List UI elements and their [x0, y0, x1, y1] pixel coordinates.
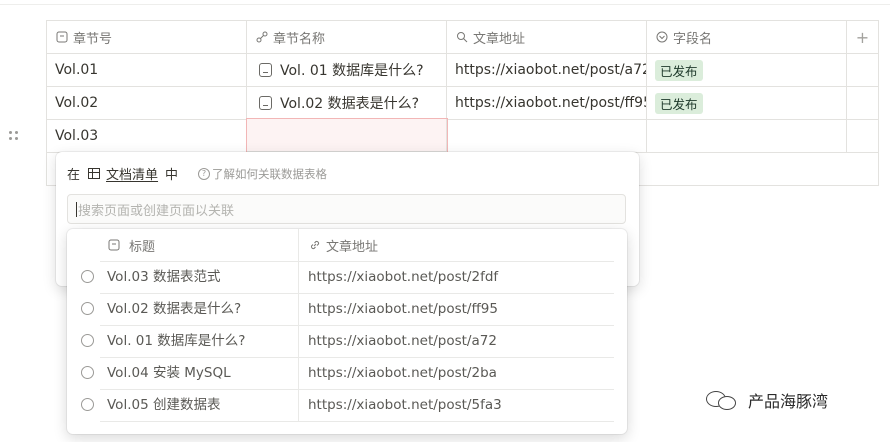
cell-status[interactable]: 已发布 — [647, 54, 847, 87]
add-column-button[interactable]: + — [847, 21, 878, 54]
list-col-url: 文章地址 — [326, 239, 379, 255]
relation-link[interactable]: Vol.02 数据表是什么? — [280, 93, 419, 113]
cell-chapter-number[interactable]: Vol.03 — [47, 120, 247, 153]
list-item-url: https://xiaobot.net/post/a72 — [308, 333, 497, 349]
cell-article-url[interactable]: https://xiaobot.net/post/a72 — [447, 54, 647, 87]
help-link[interactable]: ? 了解如何关联数据表格 — [198, 166, 327, 182]
cell-chapter-name[interactable]: Vol.02 数据表是什么? — [247, 87, 447, 120]
radio-icon[interactable] — [81, 398, 94, 411]
cell-article-url[interactable] — [447, 120, 647, 153]
list-item-title: Vol.05 创建数据表 — [107, 397, 221, 413]
plus-icon: + — [855, 27, 870, 47]
radio-icon[interactable] — [81, 302, 94, 315]
title-icon — [55, 30, 69, 44]
cell-chapter-name[interactable]: Vol. 01 数据库是什么? — [247, 54, 447, 87]
list-item-title: Vol.03 数据表范式 — [107, 269, 221, 285]
column-label: 章节名称 — [273, 31, 326, 47]
column-header-field[interactable]: 字段名 — [647, 21, 847, 54]
cell-chapter-number[interactable]: Vol.02 — [47, 87, 247, 120]
column-header-chapter-name[interactable]: 章节名称 — [247, 21, 447, 54]
cell-empty — [847, 87, 878, 120]
question-icon: ? — [198, 167, 211, 180]
list-header-title: 标题 — [107, 229, 155, 261]
status-icon — [655, 30, 669, 44]
column-label: 章节号 — [73, 31, 113, 47]
status-badge: 已发布 — [655, 92, 703, 114]
search-placeholder: 搜索页面或创建页面以关联 — [78, 203, 235, 219]
list-item-url: https://xiaobot.net/post/5fa3 — [308, 397, 502, 413]
list-item-url: https://xiaobot.net/post/ff95 — [308, 301, 498, 317]
watermark: 产品海豚湾 — [706, 388, 828, 412]
status-badge: 已发布 — [655, 59, 703, 81]
list-item-url: https://xiaobot.net/post/2fdf — [308, 269, 499, 285]
popover-prefix: 在 — [67, 168, 81, 183]
database-icon — [88, 168, 101, 179]
cell-status[interactable]: 已发布 — [647, 87, 847, 120]
list-item[interactable]: Vol.05 创建数据表 https://xiaobot.net/post/5f… — [67, 389, 627, 421]
database-link[interactable]: 文档清单 — [106, 164, 158, 183]
list-item-url: https://xiaobot.net/post/2ba — [308, 365, 497, 381]
search-icon — [455, 30, 469, 44]
watermark-text: 产品海豚湾 — [748, 392, 829, 411]
cell-chapter-name-editing[interactable] — [246, 118, 448, 153]
wechat-icon — [706, 389, 740, 411]
list-item-title: Vol.02 数据表是什么? — [107, 301, 242, 317]
popover-header: 在 文档清单 中 ? 了解如何关联数据表格 — [67, 164, 327, 184]
list-item[interactable]: Vol.03 数据表范式 https://xiaobot.net/post/2f… — [67, 261, 627, 293]
list-col-title: 标题 — [129, 239, 156, 255]
relation-icon — [255, 30, 269, 44]
list-item-title: Vol. 01 数据库是什么? — [107, 333, 246, 349]
cell-empty — [847, 120, 878, 153]
relation-link[interactable]: Vol. 01 数据库是什么? — [280, 60, 424, 80]
drag-handle-icon[interactable] — [8, 130, 20, 142]
table-row: Vol.03 — [47, 118, 878, 153]
column-header-article-url[interactable]: 文章地址 — [447, 21, 647, 54]
search-input[interactable]: 搜索页面或创建页面以关联 — [67, 194, 626, 224]
table-row: Vol.02 Vol.02 数据表是什么? https://xiaobot.ne… — [47, 87, 878, 120]
cell-chapter-number[interactable]: Vol.01 — [47, 54, 247, 87]
list-item-title: Vol.04 安装 MySQL — [107, 365, 231, 381]
radio-icon[interactable] — [81, 334, 94, 347]
list-item[interactable]: Vol.04 安装 MySQL https://xiaobot.net/post… — [67, 357, 627, 389]
link-icon — [308, 238, 322, 252]
column-header-chapter-number[interactable]: 章节号 — [47, 21, 247, 54]
help-text: 了解如何关联数据表格 — [212, 166, 328, 181]
cell-status[interactable] — [647, 120, 847, 153]
relation-results-list: 标题 文章地址 Vol.03 数据表范式 https://xiaobot.net… — [67, 229, 627, 434]
top-divider — [0, 4, 890, 5]
table-header: 章节号 章节名称 文章地址 字段名 + — [47, 21, 878, 54]
cell-article-url[interactable]: https://xiaobot.net/post/ff95 — [447, 87, 647, 120]
page-icon — [259, 96, 272, 110]
list-header-url: 文章地址 — [308, 229, 378, 261]
title-icon — [107, 238, 121, 252]
popover-suffix: 中 — [165, 168, 179, 183]
row-divider — [100, 421, 614, 422]
radio-icon[interactable] — [81, 270, 94, 283]
column-label: 字段名 — [673, 31, 713, 47]
radio-icon[interactable] — [81, 366, 94, 379]
text-caret — [76, 201, 77, 217]
page-icon — [259, 63, 272, 77]
cell-empty — [847, 54, 878, 87]
list-item[interactable]: Vol. 01 数据库是什么? https://xiaobot.net/post… — [67, 325, 627, 357]
list-item[interactable]: Vol.02 数据表是什么? https://xiaobot.net/post/… — [67, 293, 627, 325]
table-row: Vol.01 Vol. 01 数据库是什么? https://xiaobot.n… — [47, 54, 878, 87]
column-label: 文章地址 — [473, 31, 526, 47]
